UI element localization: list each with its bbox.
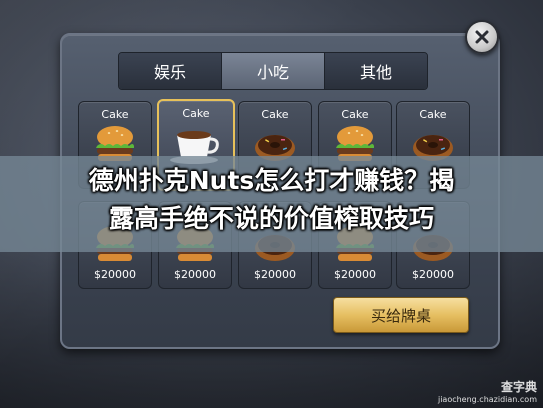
overlay-title: 德州扑克Nuts怎么打才赚钱？揭 露高手绝不说的价值榨取技巧 xyxy=(0,162,543,238)
watermark: 查字典 jiaocheng.chazidian.com xyxy=(438,378,537,404)
tab-snacks[interactable]: 小吃 xyxy=(222,53,325,89)
watermark-main: 查字典 xyxy=(500,380,537,394)
buy-for-table-button[interactable]: 买给牌桌 xyxy=(333,297,469,333)
item-price: $20000 xyxy=(334,268,376,281)
item-price: $20000 xyxy=(254,268,296,281)
item-label: Cake xyxy=(341,108,369,121)
item-label: Cake xyxy=(419,108,447,121)
close-icon xyxy=(475,30,489,44)
category-tabs: 娱乐 小吃 其他 xyxy=(118,52,428,90)
watermark-sub: jiaocheng.chazidian.com xyxy=(437,395,537,404)
item-label: Cake xyxy=(182,107,210,120)
item-price: $20000 xyxy=(412,268,454,281)
close-button[interactable] xyxy=(465,20,499,54)
tab-other[interactable]: 其他 xyxy=(325,53,427,89)
item-label: Cake xyxy=(101,108,129,121)
item-label: Cake xyxy=(261,108,289,121)
tab-entertainment[interactable]: 娱乐 xyxy=(119,53,222,89)
item-price: $20000 xyxy=(94,268,136,281)
overlay-title-line2: 露高手绝不说的价值榨取技巧 xyxy=(108,204,434,233)
overlay-title-line1: 德州扑克Nuts怎么打才赚钱？揭 xyxy=(88,166,455,195)
item-price: $20000 xyxy=(174,268,216,281)
